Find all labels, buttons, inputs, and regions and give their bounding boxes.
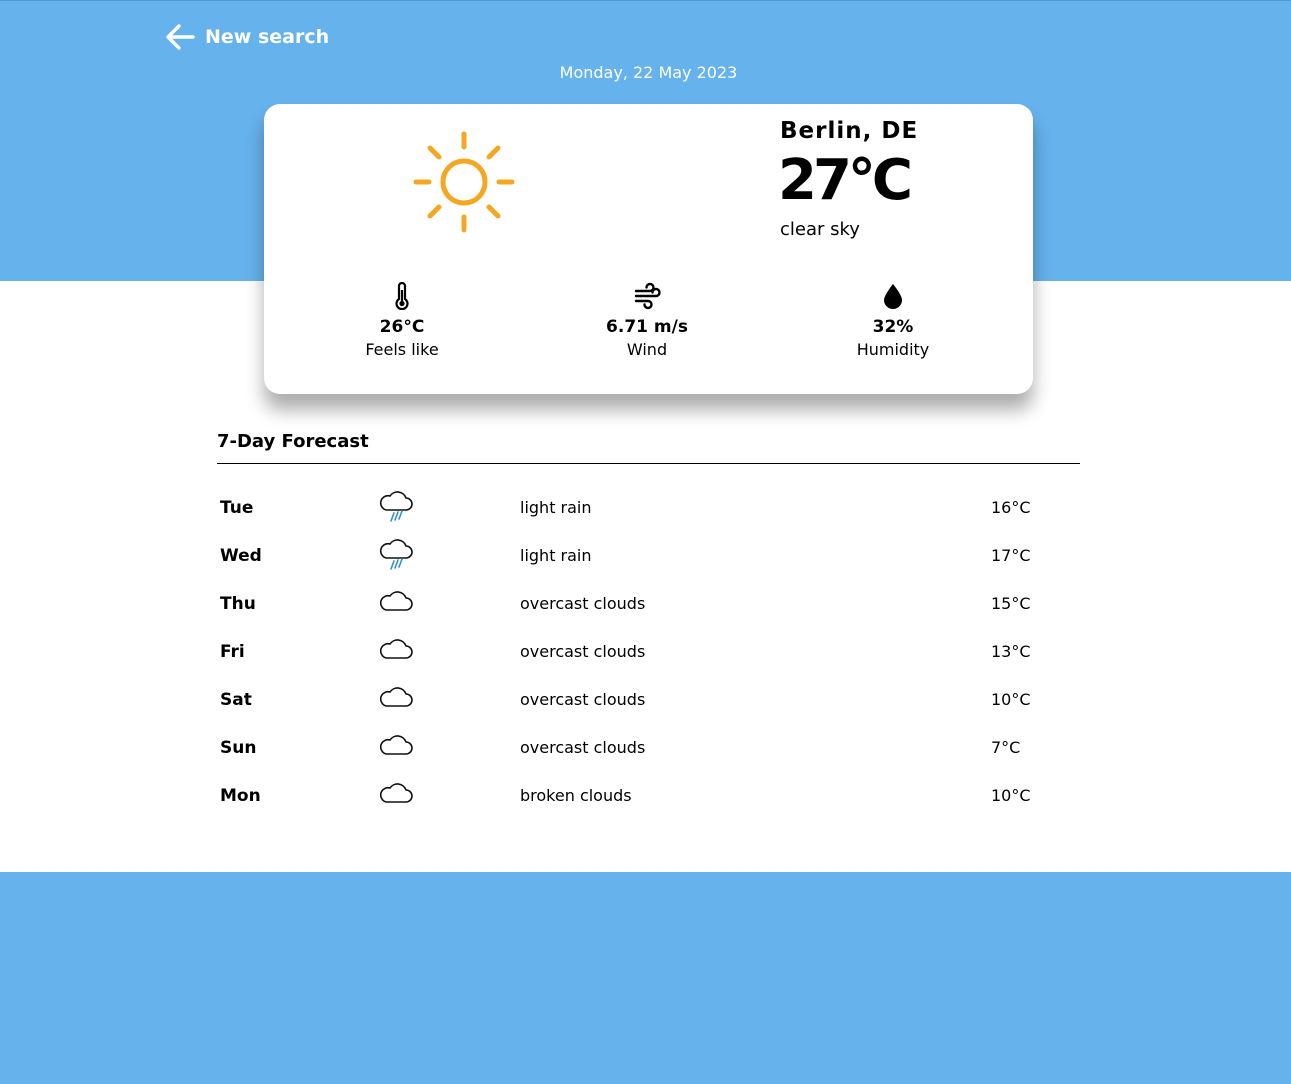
rain-cloud-icon [378,490,414,528]
forecast-description: overcast clouds [520,594,646,613]
current-weather-card: Berlin, DE 27°C clear sky 26°C Feels lik… [264,104,1033,394]
current-date: Monday, 22 May 2023 [559,63,738,82]
forecast-description: light rain [520,498,592,517]
weather-description: clear sky [780,219,860,240]
footer-band [0,872,1291,1084]
forecast-divider [217,463,1080,464]
forecast-temperature: 16°C [991,498,1031,517]
feels-like-stat: 26°C Feels like [312,282,492,359]
droplet-icon [803,282,983,310]
forecast-title: 7-Day Forecast [217,431,369,452]
forecast-day: Mon [220,786,261,806]
feels-like-value: 26°C [379,317,425,337]
forecast-temperature: 7°C [991,738,1021,757]
wind-stat: 6.71 m/s Wind [557,282,737,359]
arrow-left-icon [165,24,195,50]
forecast-day: Tue [220,498,254,518]
humidity-stat: 32% Humidity [803,282,983,359]
sun-icon [412,130,516,238]
forecast-row-wed: Wed light rain 17°C [220,533,1080,581]
wind-label: Wind [626,340,668,359]
new-search-label: New search [205,26,330,48]
feels-like-label: Feels like [365,340,439,359]
humidity-label: Humidity [856,340,930,359]
forecast-day: Sun [220,738,257,758]
forecast-list: Tue light rain 16°C Wed light rain 17°C … [220,485,1080,821]
forecast-temperature: 10°C [991,786,1031,805]
cloud-icon [378,682,414,716]
forecast-row-tue: Tue light rain 16°C [220,485,1080,533]
rain-cloud-icon [378,538,414,576]
forecast-row-sun: Sun overcast clouds 7°C [220,725,1080,773]
cloud-icon [378,634,414,668]
forecast-row-fri: Fri overcast clouds 13°C [220,629,1080,677]
cloud-icon [378,778,414,812]
forecast-day: Thu [220,594,256,614]
forecast-row-mon: Mon broken clouds 10°C [220,773,1080,821]
forecast-description: overcast clouds [520,642,646,661]
forecast-temperature: 15°C [991,594,1031,613]
forecast-description: overcast clouds [520,690,646,709]
forecast-day: Fri [220,642,245,662]
forecast-description: light rain [520,546,592,565]
city-name: Berlin, DE [780,118,919,144]
wind-value: 6.71 m/s [606,317,688,337]
thermometer-icon [312,282,492,310]
humidity-value: 32% [872,317,914,337]
current-temperature: 27°C [778,148,913,213]
forecast-row-sat: Sat overcast clouds 10°C [220,677,1080,725]
forecast-row-thu: Thu overcast clouds 15°C [220,581,1080,629]
forecast-temperature: 10°C [991,690,1031,709]
new-search-button[interactable]: New search [165,22,329,52]
wind-icon [557,282,737,310]
forecast-description: broken clouds [520,786,632,805]
forecast-temperature: 13°C [991,642,1031,661]
cloud-icon [378,730,414,764]
forecast-description: overcast clouds [520,738,646,757]
forecast-temperature: 17°C [991,546,1031,565]
forecast-day: Wed [220,546,262,566]
forecast-day: Sat [220,690,252,710]
cloud-icon [378,586,414,620]
